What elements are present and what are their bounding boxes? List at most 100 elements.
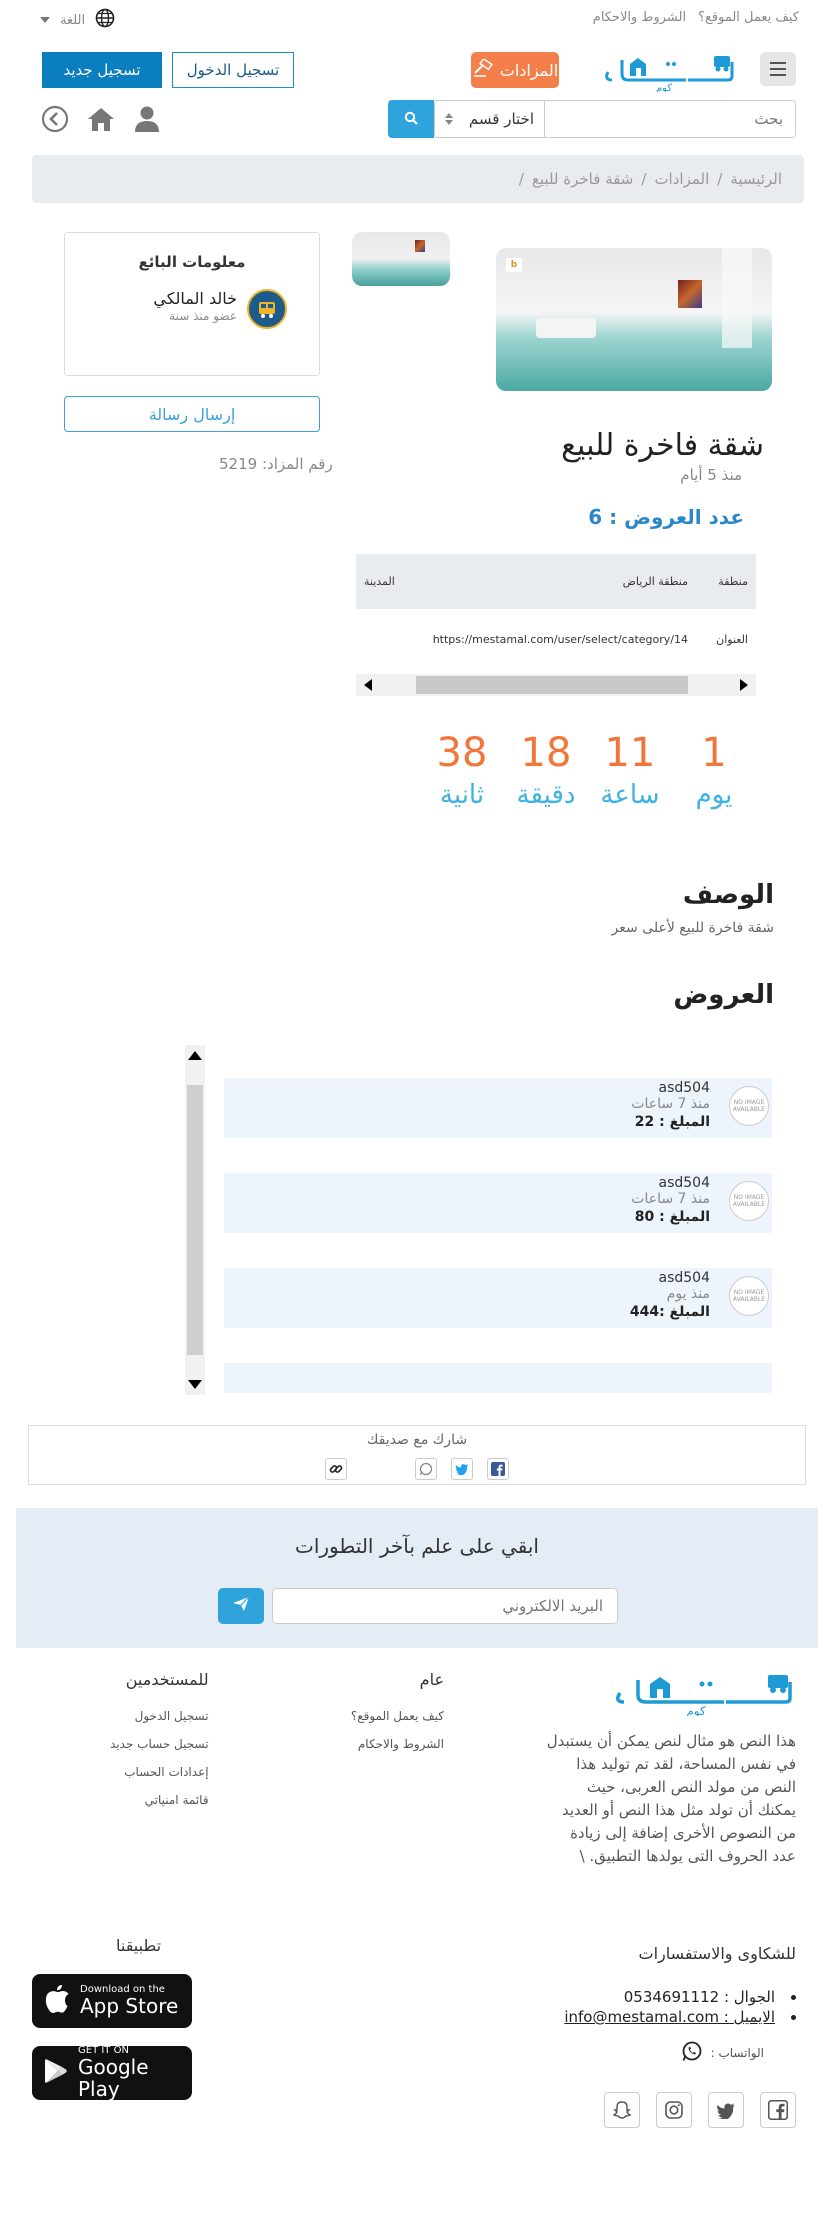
auction-countdown: 1 يوم 11 ساعة 18 دقيقة 38 ثانية — [432, 730, 744, 810]
footer-whatsapp[interactable]: الواتساب : — [681, 2040, 764, 2065]
footer-logo[interactable]: كوم — [606, 1668, 796, 1719]
facebook-icon[interactable] — [487, 1458, 509, 1480]
offer-time: منذ 7 ساعات — [631, 1191, 710, 1207]
instagram-icon[interactable] — [656, 2092, 692, 2128]
footer-phone[interactable]: الجوال : 0534691112 — [564, 1988, 796, 2006]
category-select-value: اختار قسم — [468, 110, 534, 128]
footer-link-terms[interactable]: الشروط والاحكام — [351, 1737, 444, 1751]
offer-time: منذ 7 ساعات — [631, 1096, 710, 1112]
offer-item — [224, 1363, 772, 1393]
footer-contacts-list: الجوال : 0534691112 الايميل : info@mesta… — [564, 1988, 796, 2028]
footer-link-register[interactable]: تسجيل حساب جديد — [110, 1737, 209, 1751]
language-label: اللغة — [60, 12, 86, 28]
thumbnail-image[interactable] — [352, 232, 450, 286]
footer-apps-title: تطبيقنا — [116, 1936, 162, 1955]
language-selector[interactable]: اللغة — [40, 8, 115, 32]
scroll-down-arrow-icon[interactable] — [188, 1380, 202, 1389]
address-label: العنوان — [716, 632, 748, 646]
send-message-button[interactable]: إرسال رسالة — [64, 396, 320, 432]
offer-time: منذ يوم — [666, 1286, 710, 1302]
breadcrumb-current: شقة فاخرة للبيع — [531, 170, 634, 188]
newsletter-title: ابقي على علم بآخر التطورات — [295, 1534, 539, 1558]
google-play-badge[interactable]: GET IT ON Google Play — [32, 2046, 192, 2100]
breadcrumb-auctions[interactable]: المزادات — [654, 170, 709, 188]
footer-logo-sub: كوم — [686, 1704, 706, 1716]
how-it-works-link[interactable]: كيف يعمل الموقع؟ — [698, 10, 799, 25]
chevron-down-icon — [40, 17, 50, 23]
footer-link-account-settings[interactable]: إعدادات الحساب — [110, 1765, 208, 1779]
table-row: العنوان https://mestamal.com/user/select… — [356, 609, 756, 669]
search-button[interactable] — [388, 100, 434, 138]
scrollbar-thumb[interactable] — [187, 1085, 203, 1355]
offer-avatar: NO IMAGE AVAILABLE — [729, 1276, 769, 1316]
twitter-icon[interactable] — [451, 1458, 473, 1480]
breadcrumb: الرئيسية / المزادات / شقة فاخرة للبيع / — [32, 155, 804, 203]
whatsapp-icon[interactable] — [415, 1458, 437, 1480]
table-horizontal-scrollbar[interactable] — [356, 674, 756, 696]
register-button[interactable]: تسجيل جديد — [42, 52, 162, 88]
globe-icon — [95, 8, 115, 32]
footer-about-text: هذا النص هو مثال لنص يمكن أن يستبدل في ن… — [546, 1732, 796, 1865]
footer-link-how-it-works[interactable]: كيف يعمل الموقع؟ — [351, 1709, 444, 1723]
whatsapp-icon — [681, 2040, 703, 2065]
terms-link[interactable]: الشروط والاحكام — [593, 10, 686, 25]
footer-complaints-title: للشكاوى والاستفسارات — [638, 1944, 797, 1963]
category-select[interactable]: اختار قسم — [435, 101, 545, 137]
twitter-icon[interactable] — [708, 2092, 744, 2128]
watermark-logo: b — [506, 258, 522, 272]
snapchat-icon[interactable] — [604, 2092, 640, 2128]
scrollbar-thumb[interactable] — [416, 676, 688, 694]
home-icon[interactable] — [86, 104, 116, 134]
google-play-icon — [44, 2058, 68, 2088]
table-row: منطقة منطقة الرياض المدينة — [356, 554, 756, 609]
offer-bidder-name: asd504 — [658, 1270, 710, 1286]
offers-count: عدد العروض : 6 — [588, 505, 744, 529]
facebook-icon[interactable] — [760, 2092, 796, 2128]
region-label: منطقة — [718, 575, 748, 588]
main-listing-image[interactable]: b — [496, 248, 772, 391]
offers-vertical-scrollbar[interactable] — [185, 1045, 205, 1395]
breadcrumb-home[interactable]: الرئيسية — [730, 170, 782, 188]
footer-users-column: للمستخدمين تسجيل الدخول تسجيل حساب جديد … — [110, 1670, 209, 1807]
footer-link-wishlist[interactable]: قائمة امنياتي — [110, 1793, 209, 1807]
select-arrows-icon — [445, 113, 453, 125]
offer-bidder-name: asd504 — [658, 1080, 710, 1096]
offers-heading: العروض — [673, 980, 774, 1010]
share-title: شارك مع صديقك — [366, 1432, 468, 1448]
auctions-button[interactable]: المزادات — [471, 52, 559, 88]
listing-info-table: منطقة منطقة الرياض المدينة العنوان https… — [356, 554, 756, 669]
listing-title: شقة فاخرة للبيع — [561, 428, 764, 463]
newsletter-section: ابقي على علم بآخر التطورات — [16, 1508, 818, 1648]
app-store-big-text: App Store — [80, 1994, 179, 2018]
scroll-left-arrow-icon[interactable] — [364, 679, 372, 691]
menu-button[interactable] — [760, 52, 796, 86]
footer-general-column: عام كيف يعمل الموقع؟ الشروط والاحكام — [351, 1670, 444, 1751]
seller-name[interactable]: خالد المالكي — [153, 289, 237, 308]
scroll-right-arrow-icon[interactable] — [740, 679, 748, 691]
footer-users-title: للمستخدمين — [125, 1670, 209, 1689]
link-icon[interactable] — [325, 1458, 347, 1480]
share-icons — [29, 1458, 805, 1480]
countdown-minutes: 18 دقيقة — [516, 730, 576, 810]
seller-member-since: عضو منذ سنة — [169, 309, 237, 323]
login-button[interactable]: تسجيل الدخول — [172, 52, 294, 88]
auctions-label: المزادات — [499, 60, 559, 80]
footer-email[interactable]: الايميل : info@mestamal.com — [564, 2008, 796, 2026]
address-value: https://mestamal.com/user/select/categor… — [432, 632, 688, 646]
offer-amount: المبلغ : 80 — [634, 1209, 710, 1225]
site-logo[interactable]: كوم — [598, 50, 738, 94]
search-input[interactable] — [545, 101, 795, 137]
footer-link-login[interactable]: تسجيل الدخول — [110, 1709, 209, 1723]
newsletter-email-input[interactable] — [272, 1588, 618, 1624]
back-arrow-icon[interactable] — [40, 104, 70, 134]
scroll-up-arrow-icon[interactable] — [188, 1051, 202, 1060]
city-label: المدينة — [364, 575, 395, 588]
app-store-badge[interactable]: Download on the App Store — [32, 1974, 192, 2028]
description-text: شقة فاخرة للبيع لأعلى سعر — [611, 920, 774, 936]
offer-item: NO IMAGE AVAILABLE asd504 منذ 7 ساعات ال… — [224, 1173, 772, 1233]
offer-bidder-name: asd504 — [658, 1175, 710, 1191]
user-icon[interactable] — [132, 104, 162, 134]
seller-avatar[interactable] — [247, 289, 287, 329]
gavel-icon — [472, 57, 494, 81]
newsletter-send-button[interactable] — [218, 1588, 264, 1624]
